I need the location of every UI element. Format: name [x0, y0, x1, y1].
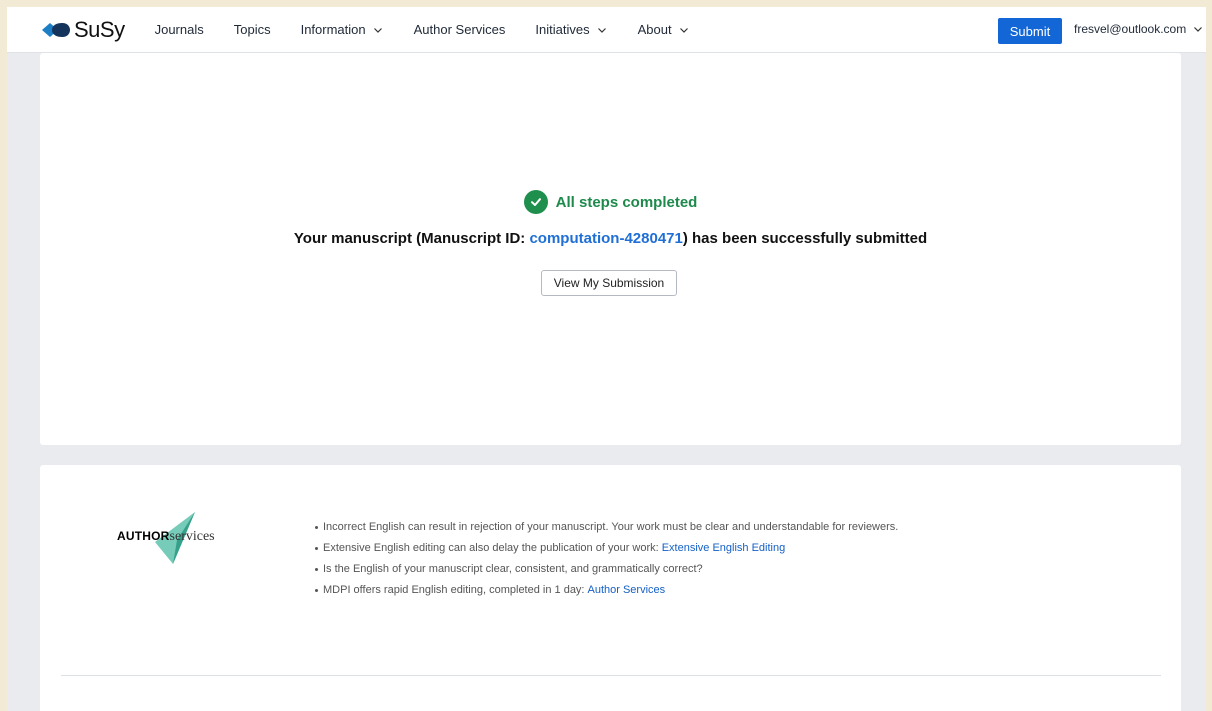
- list-item: Incorrect English can result in rejectio…: [315, 521, 898, 533]
- list-item: Is the English of your manuscript clear,…: [315, 563, 898, 575]
- divider: [61, 675, 1161, 676]
- brand-name: SuSy: [74, 16, 125, 42]
- submit-button[interactable]: Submit: [998, 18, 1062, 44]
- bullet-icon: [315, 546, 318, 550]
- nav-label: Journals: [154, 22, 204, 37]
- nav-journals[interactable]: Journals: [155, 22, 204, 37]
- nav-information[interactable]: Information: [301, 22, 384, 37]
- view-submission-button[interactable]: View My Submission: [541, 270, 677, 296]
- nav-label: Information: [300, 22, 366, 37]
- nav-author-services[interactable]: Author Services: [414, 22, 506, 37]
- nav-topics[interactable]: Topics: [234, 22, 271, 37]
- list-item: MDPI offers rapid English editing, compl…: [315, 584, 898, 596]
- bullet-icon: [315, 525, 318, 529]
- tip-text: Is the English of your manuscript clear,…: [323, 563, 703, 575]
- top-navbar: SuSy Journals Topics Information Author …: [7, 7, 1206, 53]
- susy-logo-icon: [42, 22, 70, 37]
- nav-about[interactable]: About: [638, 22, 690, 37]
- logo-light-text: services: [169, 529, 215, 544]
- chevron-down-icon: [679, 27, 688, 33]
- message-prefix: Your manuscript (Manuscript ID:: [293, 230, 530, 247]
- nav-label: Author Services: [413, 22, 506, 37]
- nav-label: Topics: [233, 22, 271, 37]
- tip-text: Incorrect English can result in rejectio…: [323, 521, 899, 533]
- chevron-down-icon: [373, 27, 382, 33]
- bullet-icon: [315, 567, 318, 571]
- user-menu[interactable]: fresvel@outlook.com: [1074, 22, 1204, 36]
- logo-bold-text: AUTHOR: [117, 529, 170, 543]
- main-nav: Journals Topics Information Author Servi…: [155, 22, 720, 37]
- list-item: Extensive English editing can also delay…: [315, 542, 898, 554]
- nav-label: About: [637, 22, 672, 37]
- nav-initiatives[interactable]: Initiatives: [535, 22, 607, 37]
- author-services-logo[interactable]: AUTHORservices: [117, 510, 227, 565]
- submission-success-card: All steps completed Your manuscript (Man…: [40, 53, 1181, 445]
- message-suffix: ) has been successfully submitted: [682, 230, 928, 247]
- check-circle-icon: [523, 190, 548, 214]
- user-email: fresvel@outlook.com: [1074, 22, 1187, 36]
- author-services-wordmark: AUTHORservices: [117, 528, 215, 545]
- author-services-link[interactable]: Author Services: [588, 584, 666, 596]
- tip-text: MDPI offers rapid English editing, compl…: [323, 584, 585, 596]
- susy-logo[interactable]: SuSy: [41, 17, 125, 43]
- tip-text: Extensive English editing can also delay…: [323, 542, 659, 554]
- status-row: All steps completed: [40, 190, 1181, 214]
- submission-message: Your manuscript (Manuscript ID: computat…: [40, 230, 1181, 247]
- page-frame: SuSy Journals Topics Information Author …: [7, 7, 1206, 711]
- bullet-icon: [315, 588, 318, 592]
- status-text: All steps completed: [555, 193, 698, 211]
- english-tips-list: Incorrect English can result in rejectio…: [315, 521, 898, 605]
- chevron-down-icon: [1194, 27, 1203, 32]
- nav-label: Initiatives: [535, 22, 590, 37]
- chevron-down-icon: [597, 27, 606, 33]
- author-services-card: AUTHORservices Incorrect English can res…: [40, 465, 1181, 711]
- extensive-english-editing-link[interactable]: Extensive English Editing: [662, 542, 786, 554]
- manuscript-id: computation-4280471: [529, 230, 683, 247]
